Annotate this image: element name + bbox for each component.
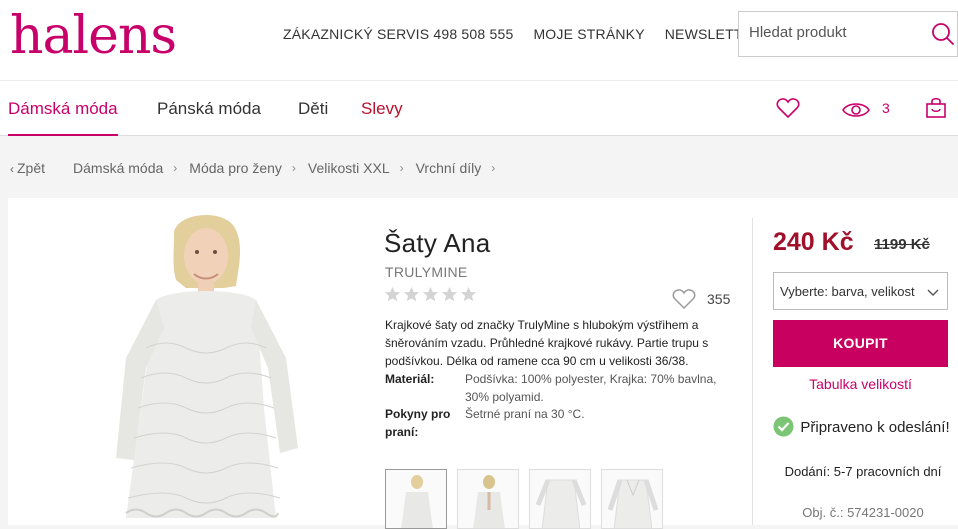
breadcrumb-back[interactable]: ‹ Zpět: [10, 160, 45, 176]
thumbnail-image: [473, 475, 505, 528]
spec-label: Materiál:: [385, 372, 435, 386]
availability-status: Připraveno k odeslání!: [800, 419, 950, 436]
chevron-right-icon: ›: [491, 161, 496, 175]
product-thumbnail[interactable]: [601, 469, 663, 529]
product-brand[interactable]: TRULYMINE: [385, 264, 468, 280]
top-header: halens ZÁKAZNICKÝ SERVIS 498 508 555 MOJ…: [0, 0, 958, 80]
nav-item-sale[interactable]: Slevy: [361, 99, 403, 119]
breadcrumb: ‹ Zpět Dámská móda › Móda pro ženy › Veli…: [10, 160, 507, 176]
favorite-count: 355: [707, 291, 731, 307]
search-box: [738, 11, 958, 57]
star-icon: [384, 286, 401, 302]
nav-item-womens[interactable]: Dámská móda: [8, 99, 118, 136]
thumbnail-strip: [385, 469, 663, 529]
star-icon: [441, 286, 458, 302]
heart-icon[interactable]: [776, 97, 800, 119]
chevron-right-icon: ›: [173, 161, 178, 175]
chevron-right-icon: ›: [399, 161, 404, 175]
main-nav: Dámská móda Pánská móda Děti Slevy 3: [0, 80, 958, 136]
thumbnail-image: [607, 479, 659, 528]
column-divider: [752, 218, 753, 525]
top-links: ZÁKAZNICKÝ SERVIS 498 508 555 MOJE STRÁN…: [283, 26, 762, 42]
chevron-down-icon: [927, 286, 939, 298]
order-number: Obj. č.: 574231-0020: [802, 505, 924, 520]
viewed-count: 3: [882, 100, 890, 116]
breadcrumb-item[interactable]: Velikosti XXL: [308, 160, 390, 176]
rating-stars[interactable]: [384, 286, 477, 303]
favorite-heart-icon[interactable]: [672, 288, 696, 310]
my-account-link[interactable]: MOJE STRÁNKY: [533, 26, 644, 42]
thumbnail-image: [535, 479, 587, 528]
product-description: Krajkové šaty od značky TrulyMine s hlub…: [385, 318, 709, 368]
old-price: 1199 Kč: [874, 236, 930, 253]
star-icon: [460, 286, 477, 302]
breadcrumb-item[interactable]: Vrchní díly: [416, 160, 482, 176]
thumbnail-image: [401, 475, 433, 528]
product-thumbnail[interactable]: [385, 469, 447, 529]
customer-service-link[interactable]: ZÁKAZNICKÝ SERVIS 498 508 555: [283, 26, 513, 42]
spec-value: Podšívka: 100% polyester, Krajka: 70% ba…: [465, 372, 717, 404]
bag-icon[interactable]: [924, 96, 948, 120]
breadcrumb-item[interactable]: Dámská móda: [73, 160, 163, 176]
spec-value: Šetrné praní na 30 °C.: [465, 407, 585, 421]
spec-label: Pokyny pro praní:: [385, 407, 451, 439]
star-icon: [422, 286, 439, 302]
product-thumbnail[interactable]: [529, 469, 591, 529]
product-thumbnail[interactable]: [457, 469, 519, 529]
current-price: 240 Kč: [773, 228, 854, 256]
product-photo[interactable]: [86, 208, 318, 525]
star-icon: [403, 286, 420, 302]
eye-icon[interactable]: [841, 101, 871, 119]
chevron-left-icon: ‹: [10, 162, 14, 176]
search-icon[interactable]: [931, 22, 955, 46]
nav-item-kids[interactable]: Děti: [298, 99, 328, 119]
product-title: Šaty Ana: [384, 228, 491, 258]
buy-button[interactable]: KOUPIT: [773, 320, 948, 367]
check-circle-icon: [773, 416, 794, 437]
size-table-link[interactable]: Tabulka velikostí: [773, 376, 948, 392]
nav-item-mens[interactable]: Pánská móda: [157, 99, 261, 119]
variant-select-label: Vyberte: barva, velikost: [780, 284, 915, 299]
search-input[interactable]: [749, 24, 919, 41]
breadcrumb-item[interactable]: Móda pro ženy: [189, 160, 282, 176]
halens-logo[interactable]: halens: [10, 8, 177, 64]
delivery-time: Dodání: 5-7 pracovních dní: [784, 464, 942, 479]
chevron-right-icon: ›: [291, 161, 296, 175]
variant-select[interactable]: Vyberte: barva, velikost: [773, 272, 948, 310]
